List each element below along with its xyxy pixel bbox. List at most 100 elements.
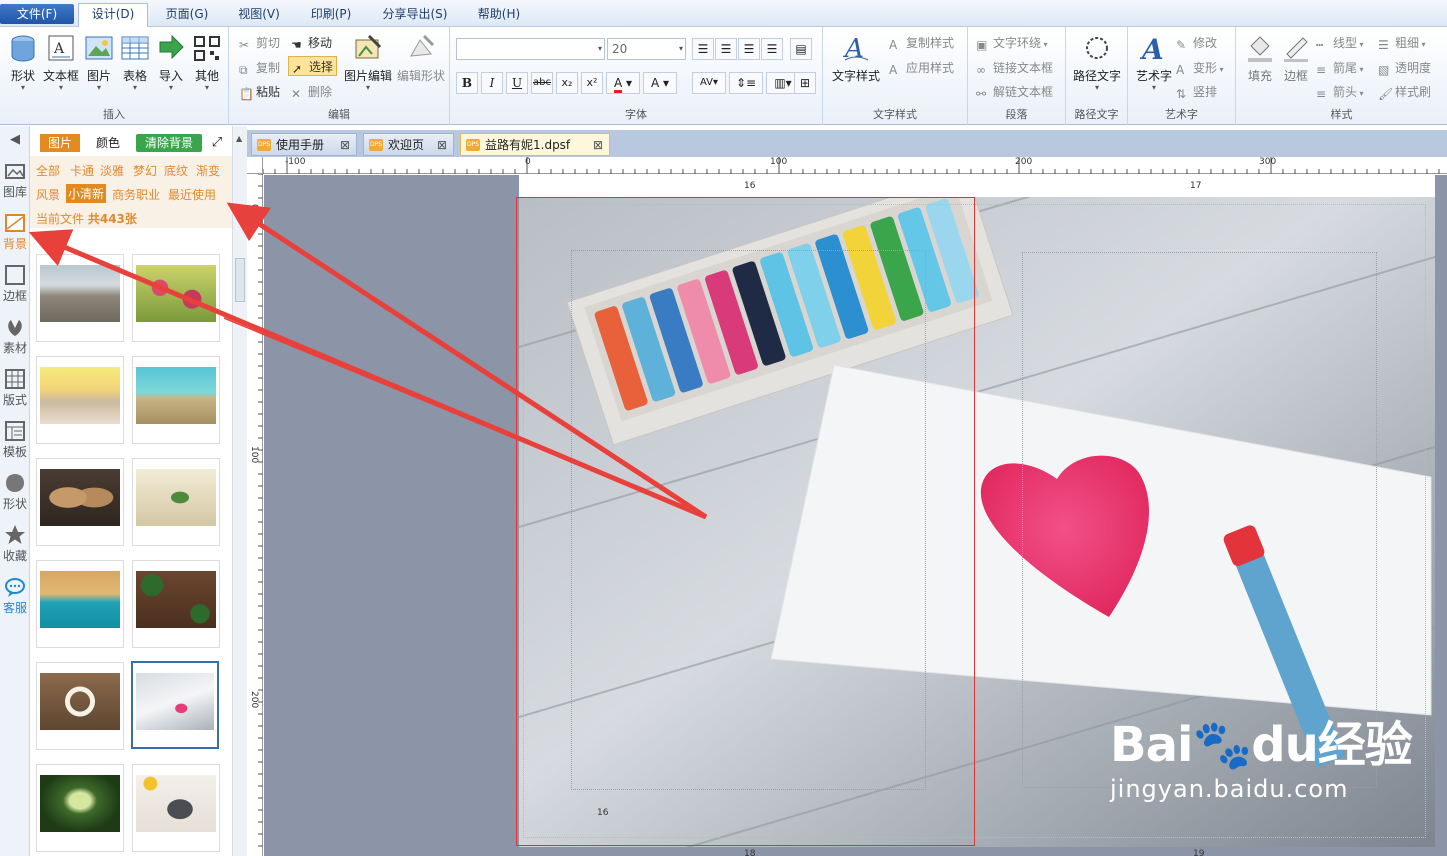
bg-thumb-laptop-desk[interactable] (132, 764, 220, 852)
category-recent[interactable]: 最近使用 (168, 186, 216, 203)
border-button[interactable]: 边框 (1278, 32, 1314, 102)
vertical-text-button[interactable]: ⇅ 竖排 (1176, 82, 1217, 102)
picture-button[interactable]: 图片 ▾ (79, 32, 119, 102)
align-right-button[interactable]: ☰ (738, 38, 760, 60)
cut-button[interactable]: ✂ 剪切 (239, 33, 280, 53)
close-tab-icon[interactable]: ⊠ (593, 134, 603, 156)
apply-style-button[interactable]: A 应用样式 (889, 58, 954, 78)
sidebar-item-template[interactable]: 模板 (0, 420, 30, 460)
strikethrough-button[interactable]: abc (531, 72, 553, 94)
line-type-button[interactable]: ┅ 线型 ▾ (1316, 33, 1364, 53)
sidebar-item-support[interactable]: 客服 (0, 576, 30, 616)
category-fresh[interactable]: 小清新 (66, 184, 107, 203)
scroll-up-icon[interactable]: ▲ (236, 134, 242, 143)
arrow-tail-button[interactable]: ≡ 箭尾 ▾ (1316, 58, 1364, 78)
import-button[interactable]: 导入 ▾ (151, 32, 191, 102)
collapse-panel-button[interactable]: ◀ (0, 132, 30, 147)
transform-button[interactable]: A 变形 ▾ (1176, 58, 1224, 78)
text-style-button[interactable]: A 文字样式 (827, 32, 885, 102)
bg-thumb-sea-sand[interactable] (36, 560, 124, 648)
sidebar-item-favorites[interactable]: 收藏 (0, 524, 30, 564)
panel-scrollbar[interactable]: ▲ (232, 126, 247, 856)
menu-file[interactable]: 文件(F) (0, 4, 74, 24)
link-textbox-button[interactable]: ∞ 链接文本框 (976, 58, 1053, 78)
align-left-button[interactable]: ☰ (692, 38, 714, 60)
unlink-textbox-button[interactable]: ⚯ 解链文本框 (976, 82, 1053, 102)
font-size-select[interactable]: 20 ▾ (607, 38, 686, 60)
bg-thumb-crayons-heart[interactable] (131, 661, 219, 749)
line-spacing-button[interactable]: ⇕≡ (729, 72, 763, 94)
bg-thumb-daisy-heart[interactable] (36, 662, 124, 750)
thickness-button[interactable]: ☰ 粗细 ▾ (1378, 33, 1426, 53)
category-business[interactable]: 商务职业 (112, 186, 160, 203)
bg-thumb-love-blocks[interactable] (36, 356, 124, 444)
bg-thumb-green-heart[interactable] (36, 764, 124, 852)
art-text-button[interactable]: A 艺术字 ▾ (1132, 32, 1176, 102)
doc-tab-manual[interactable]: DPS 使用手册 ⊠ (251, 133, 357, 156)
category-texture[interactable]: 底纹 (164, 162, 188, 179)
italic-button[interactable]: I (481, 72, 503, 94)
sidebar-item-layout[interactable]: 版式 (0, 368, 30, 408)
font-color-button[interactable]: A ▾ (606, 72, 640, 94)
path-text-button[interactable]: 路径文字 ▾ (1069, 32, 1125, 102)
sidebar-item-gallery[interactable]: 图库 (0, 160, 30, 200)
category-gradient[interactable]: 渐变 (196, 162, 220, 179)
category-dream[interactable]: 梦幻 (133, 162, 157, 179)
underline-button[interactable]: U (506, 72, 528, 94)
category-elegant[interactable]: 淡雅 (100, 162, 124, 179)
paste-button[interactable]: 📋 粘贴 (239, 82, 280, 102)
menu-page[interactable]: 页面(G) (154, 4, 220, 24)
superscript-button[interactable]: x² (581, 72, 603, 94)
bg-thumb-leaf-sand[interactable] (132, 458, 220, 546)
menu-design[interactable]: 设计(D) (78, 3, 148, 27)
modify-art-button[interactable]: ✎ 修改 (1176, 33, 1217, 53)
bold-button[interactable]: B (456, 72, 478, 94)
char-spacing-button[interactable]: AV▾ (692, 72, 726, 94)
category-scenery[interactable]: 风景 (36, 186, 60, 203)
select-button[interactable]: ➚ 选择 (288, 56, 338, 76)
sidebar-item-material[interactable]: 素材 (0, 316, 30, 356)
clear-background-button[interactable]: 清除背景 (136, 134, 202, 152)
sidebar-item-frame[interactable]: 边框 (0, 264, 30, 304)
scrollbar-thumb[interactable] (235, 258, 245, 302)
justify-button[interactable]: ☰ (761, 38, 783, 60)
move-button[interactable]: ☚ 移动 (291, 33, 332, 53)
fill-button[interactable]: 填充 (1242, 32, 1278, 102)
bg-thumb-beach-sunglasses[interactable] (132, 356, 220, 444)
text-wrap-button[interactable]: ▣ 文字环绕 ▾ (976, 33, 1048, 53)
image-edit-button[interactable]: 图片编辑 ▾ (342, 32, 394, 102)
textbox-button[interactable]: A 文本框 ▾ (41, 32, 81, 102)
subscript-button[interactable]: x₂ (556, 72, 578, 94)
font-effect-button[interactable]: A ▾ (643, 72, 677, 94)
sidebar-item-shape[interactable]: 形状 (0, 472, 30, 512)
format-brush-button[interactable]: 🖌 样式刷 (1378, 82, 1431, 102)
table-button[interactable]: 表格 ▾ (115, 32, 155, 102)
sidebar-item-background[interactable]: 背景 (0, 212, 30, 252)
copy-button[interactable]: ⧉ 复制 (239, 58, 280, 78)
edit-shape-button[interactable]: 编辑形状 (395, 32, 447, 102)
bg-thumb-mountains[interactable] (36, 254, 124, 342)
menu-view[interactable]: 视图(V) (228, 4, 290, 24)
selected-page-outline[interactable] (516, 197, 975, 846)
menu-share[interactable]: 分享导出(S) (372, 4, 458, 24)
category-cartoon[interactable]: 卡通 (70, 162, 94, 179)
delete-button[interactable]: ✕ 删除 (291, 82, 332, 102)
expand-panel-button[interactable]: ⤢ (208, 134, 226, 152)
font-name-select[interactable]: ▾ (456, 38, 605, 60)
bg-thumb-wood-hearts[interactable] (36, 458, 124, 546)
distribute-button[interactable]: ▤ (790, 38, 812, 60)
arrow-head-button[interactable]: ≡ 箭头 ▾ (1316, 82, 1364, 102)
copy-style-button[interactable]: A 复制样式 (889, 33, 954, 53)
doc-tab-welcome[interactable]: DPS 欢迎页 ⊠ (363, 133, 454, 156)
align-center-button[interactable]: ☰ (715, 38, 737, 60)
menu-help[interactable]: 帮助(H) (468, 4, 530, 24)
tab-picture[interactable]: 图片 (40, 134, 80, 152)
menu-print[interactable]: 印刷(P) (300, 4, 362, 24)
doc-tab-current[interactable]: DPS 益路有妮1.dpsf ⊠ (460, 133, 610, 156)
close-tab-icon[interactable]: ⊠ (340, 134, 350, 156)
shape-button[interactable]: 形状 ▾ (3, 32, 43, 102)
other-button[interactable]: 其他 ▾ (187, 32, 227, 102)
opacity-button[interactable]: ▧ 透明度 (1378, 58, 1431, 78)
close-tab-icon[interactable]: ⊠ (437, 134, 447, 156)
text-frame-button[interactable]: ⊞ (794, 72, 816, 94)
